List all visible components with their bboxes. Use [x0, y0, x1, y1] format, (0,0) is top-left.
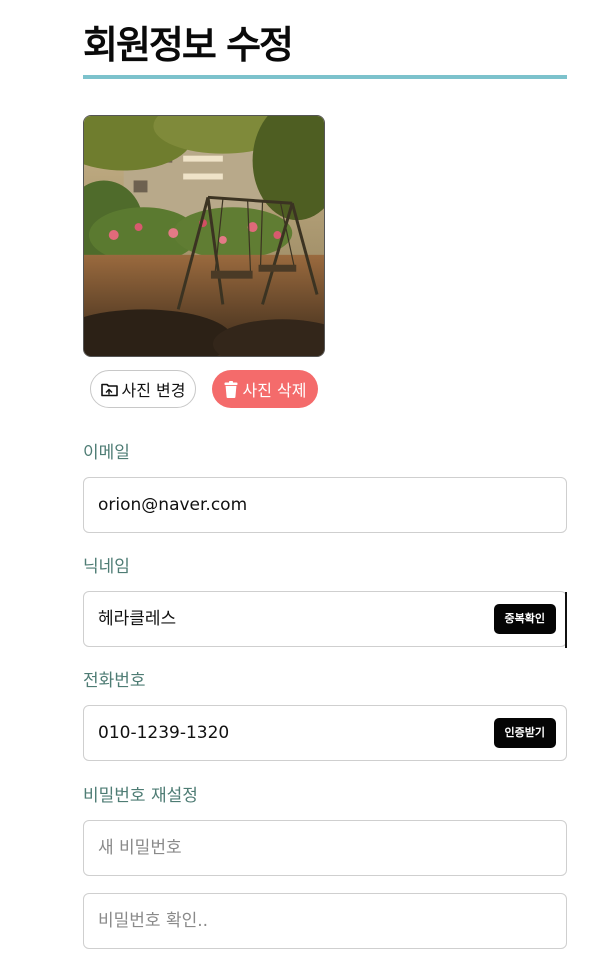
delete-photo-label: 사진 삭제 — [242, 381, 307, 400]
nickname-label: 닉네임 — [83, 557, 130, 577]
new-password-placeholder: 새 비밀번호 — [98, 838, 182, 858]
profile-photo — [83, 115, 325, 357]
folder-image-icon — [100, 382, 118, 397]
delete-photo-button[interactable]: 사진 삭제 — [212, 370, 318, 408]
email-value: orion@naver.com — [98, 495, 248, 515]
change-photo-label: 사진 변경 — [121, 381, 186, 400]
nickname-value: 헤라클레스 — [98, 609, 177, 629]
verify-button[interactable]: 인증받기 — [493, 718, 556, 748]
profile-photo-image — [84, 116, 324, 356]
email-field[interactable]: orion@naver.com — [83, 477, 567, 533]
email-label: 이메일 — [83, 443, 130, 463]
password-reset-label: 비밀번호 재설정 — [83, 786, 198, 806]
check-duplicate-button[interactable]: 중복확인 — [493, 604, 556, 634]
change-photo-button[interactable]: 사진 변경 — [90, 370, 196, 408]
nickname-field[interactable]: 헤라클레스 중복확인 — [83, 591, 567, 648]
phone-value: 010-1239-1320 — [98, 723, 230, 743]
trash-icon — [224, 380, 238, 398]
phone-field[interactable]: 010-1239-1320 인증받기 — [83, 705, 567, 761]
new-password-field[interactable]: 새 비밀번호 — [83, 820, 567, 876]
confirm-password-placeholder: 비밀번호 확인.. — [98, 911, 209, 931]
phone-label: 전화번호 — [83, 671, 146, 691]
confirm-password-field[interactable]: 비밀번호 확인.. — [83, 893, 567, 949]
page-title: 회원정보 수정 — [83, 23, 294, 67]
title-divider — [83, 75, 567, 79]
